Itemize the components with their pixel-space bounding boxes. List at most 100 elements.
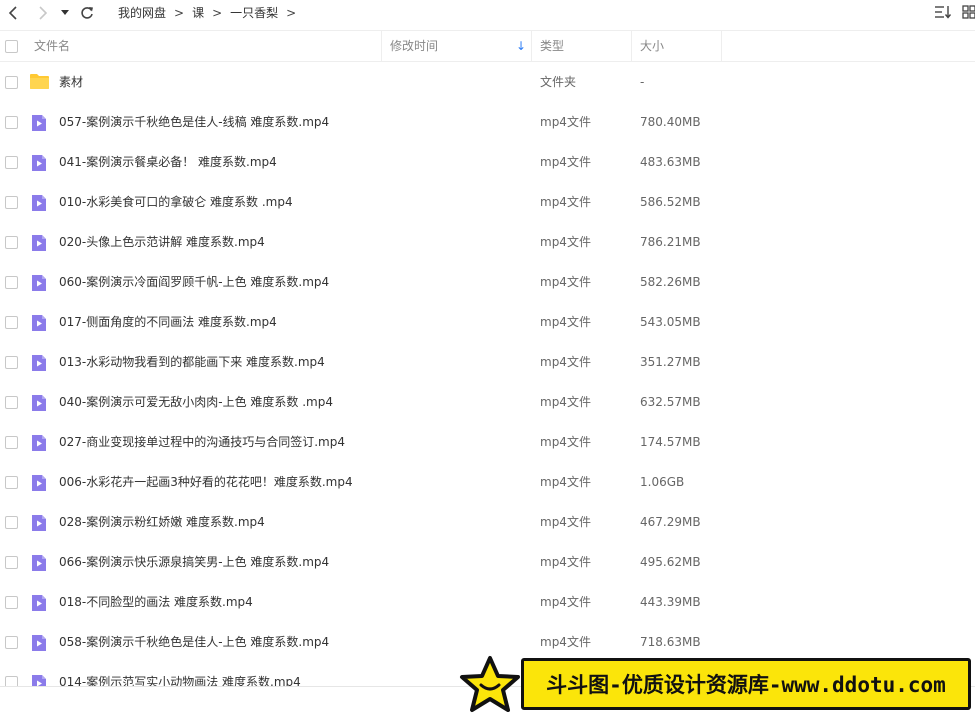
row-checkbox[interactable] (5, 556, 18, 569)
file-row[interactable]: 066-案例演示快乐源泉搞笑男-上色 难度系数.mp4 mp4文件 495.62MB (0, 542, 975, 582)
file-size: 351.27MB (640, 355, 701, 369)
file-type: mp4文件 (540, 275, 591, 289)
row-checkbox[interactable] (5, 636, 18, 649)
file-type: mp4文件 (540, 115, 591, 129)
chevron-right-icon: > (286, 5, 297, 20)
file-name[interactable]: 058-案例演示千秋绝色是佳人-上色 难度系数.mp4 (59, 622, 329, 662)
column-header-name[interactable]: 文件名 (34, 31, 70, 61)
video-file-icon (32, 475, 46, 491)
column-header-type[interactable]: 类型 (540, 31, 564, 61)
file-row[interactable]: 040-案例演示可爱无敌小肉肉-上色 难度系数 .mp4 mp4文件 632.57M… (0, 382, 975, 422)
file-row[interactable]: 027-商业变现接单过程中的沟通技巧与合同签订.mp4 mp4文件 174.57MB (0, 422, 975, 462)
video-file-icon (32, 595, 46, 611)
file-size: 632.57MB (640, 395, 701, 409)
grid-view-icon[interactable] (962, 4, 975, 24)
file-size: 586.52MB (640, 195, 701, 209)
file-name[interactable]: 020-头像上色示范讲解 难度系数.mp4 (59, 222, 265, 262)
file-name[interactable]: 006-水彩花卉一起画3种好看的花花吧！难度系数.mp4 (59, 462, 353, 502)
file-row[interactable]: 素材 文件夹 - (0, 62, 975, 102)
file-row[interactable]: 010-水彩美食可口的拿破仑 难度系数 .mp4 mp4文件 586.52MB (0, 182, 975, 222)
video-file-icon (32, 115, 46, 131)
sort-down-icon[interactable]: ↓ (516, 31, 526, 61)
video-file-icon (32, 275, 46, 291)
file-size: 467.29MB (640, 515, 701, 529)
row-checkbox[interactable] (5, 516, 18, 529)
file-type: mp4文件 (540, 235, 591, 249)
file-name[interactable]: 017-侧面角度的不同画法 难度系数.mp4 (59, 302, 277, 342)
file-type: mp4文件 (540, 555, 591, 569)
breadcrumb-item-root[interactable]: 我的网盘 (118, 4, 166, 21)
select-all-checkbox[interactable] (5, 40, 18, 53)
chevron-left-icon[interactable] (4, 3, 24, 23)
file-type: mp4文件 (540, 315, 591, 329)
star-icon (460, 656, 520, 712)
column-divider[interactable] (631, 31, 632, 61)
column-divider[interactable] (381, 31, 382, 61)
watermark-text: 斗斗图-优质设计资源库-www.ddotu.com (546, 673, 946, 697)
row-checkbox[interactable] (5, 156, 18, 169)
column-divider[interactable] (531, 31, 532, 61)
file-size: 582.26MB (640, 275, 701, 289)
row-checkbox[interactable] (5, 196, 18, 209)
file-row[interactable]: 017-侧面角度的不同画法 难度系数.mp4 mp4文件 543.05MB (0, 302, 975, 342)
file-name[interactable]: 018-不同脸型的画法 难度系数.mp4 (59, 582, 253, 622)
file-row[interactable]: 057-案例演示千秋绝色是佳人-线稿 难度系数.mp4 mp4文件 780.40MB (0, 102, 975, 142)
breadcrumb: 我的网盘 > 课 > 一只香梨 > (118, 4, 304, 21)
file-size: 780.40MB (640, 115, 701, 129)
row-checkbox[interactable] (5, 436, 18, 449)
video-file-icon (32, 435, 46, 451)
file-row[interactable]: 028-案例演示粉红娇嫩 难度系数.mp4 mp4文件 467.29MB (0, 502, 975, 542)
file-name[interactable]: 素材 (59, 62, 83, 102)
file-row[interactable]: 006-水彩花卉一起画3种好看的花花吧！难度系数.mp4 mp4文件 1.06GB (0, 462, 975, 502)
toolbar: 我的网盘 > 课 > 一只香梨 > (0, 0, 975, 26)
file-type: mp4文件 (540, 435, 591, 449)
row-checkbox[interactable] (5, 236, 18, 249)
column-header-size[interactable]: 大小 (640, 31, 664, 61)
file-list-header: 文件名 修改时间 ↓ 类型 大小 (0, 30, 975, 62)
file-name[interactable]: 010-水彩美食可口的拿破仑 难度系数 .mp4 (59, 182, 293, 222)
video-file-icon (32, 355, 46, 371)
row-checkbox[interactable] (5, 676, 18, 686)
file-name[interactable]: 013-水彩动物我看到的都能画下来 难度系数.mp4 (59, 342, 325, 382)
file-row[interactable]: 060-案例演示冷面阎罗顾千帆-上色 难度系数.mp4 mp4文件 582.26MB (0, 262, 975, 302)
row-checkbox[interactable] (5, 356, 18, 369)
sort-list-icon[interactable] (934, 4, 952, 24)
file-size: 1.06GB (640, 475, 685, 489)
file-size: 495.62MB (640, 555, 701, 569)
column-divider[interactable] (721, 31, 722, 61)
row-checkbox[interactable] (5, 76, 18, 89)
row-checkbox[interactable] (5, 476, 18, 489)
file-size: - (640, 75, 645, 89)
video-file-icon (32, 635, 46, 651)
file-name[interactable]: 057-案例演示千秋绝色是佳人-线稿 难度系数.mp4 (59, 102, 329, 142)
file-row[interactable]: 013-水彩动物我看到的都能画下来 难度系数.mp4 mp4文件 351.27MB (0, 342, 975, 382)
file-row[interactable]: 018-不同脸型的画法 难度系数.mp4 mp4文件 443.39MB (0, 582, 975, 622)
file-name[interactable]: 028-案例演示粉红娇嫩 难度系数.mp4 (59, 502, 265, 542)
file-type: mp4文件 (540, 355, 591, 369)
file-name[interactable]: 027-商业变现接单过程中的沟通技巧与合同签订.mp4 (59, 422, 345, 462)
chevron-right-icon[interactable] (32, 3, 52, 23)
file-size: 483.63MB (640, 155, 701, 169)
column-header-modified[interactable]: 修改时间 (390, 31, 438, 61)
breadcrumb-item-course[interactable]: 课 (192, 4, 204, 21)
refresh-icon[interactable] (77, 3, 97, 23)
file-name[interactable]: 066-案例演示快乐源泉搞笑男-上色 难度系数.mp4 (59, 542, 329, 582)
file-size: 786.21MB (640, 235, 701, 249)
row-checkbox[interactable] (5, 316, 18, 329)
file-row[interactable]: 041-案例演示餐桌必备！ 难度系数.mp4 mp4文件 483.63MB (0, 142, 975, 182)
file-name[interactable]: 060-案例演示冷面阎罗顾千帆-上色 难度系数.mp4 (59, 262, 329, 302)
file-name[interactable]: 014-案例示范写实小动物画法 难度系数.mp4 (59, 662, 301, 686)
row-checkbox[interactable] (5, 396, 18, 409)
video-file-icon (32, 235, 46, 251)
breadcrumb-item-current[interactable]: 一只香梨 (230, 4, 278, 21)
watermark-banner: 斗斗图-优质设计资源库-www.ddotu.com (459, 655, 975, 714)
file-list: 素材 文件夹 - 057-案例演示千秋绝色是佳人-线稿 难度系数.mp4 mp4文件 78… (0, 62, 975, 686)
file-row[interactable]: 020-头像上色示范讲解 难度系数.mp4 mp4文件 786.21MB (0, 222, 975, 262)
row-checkbox[interactable] (5, 596, 18, 609)
file-name[interactable]: 040-案例演示可爱无敌小肉肉-上色 难度系数 .mp4 (59, 382, 333, 422)
row-checkbox[interactable] (5, 116, 18, 129)
row-checkbox[interactable] (5, 276, 18, 289)
caret-down-icon[interactable] (57, 3, 73, 23)
file-name[interactable]: 041-案例演示餐桌必备！ 难度系数.mp4 (59, 142, 277, 182)
file-size: 174.57MB (640, 435, 701, 449)
